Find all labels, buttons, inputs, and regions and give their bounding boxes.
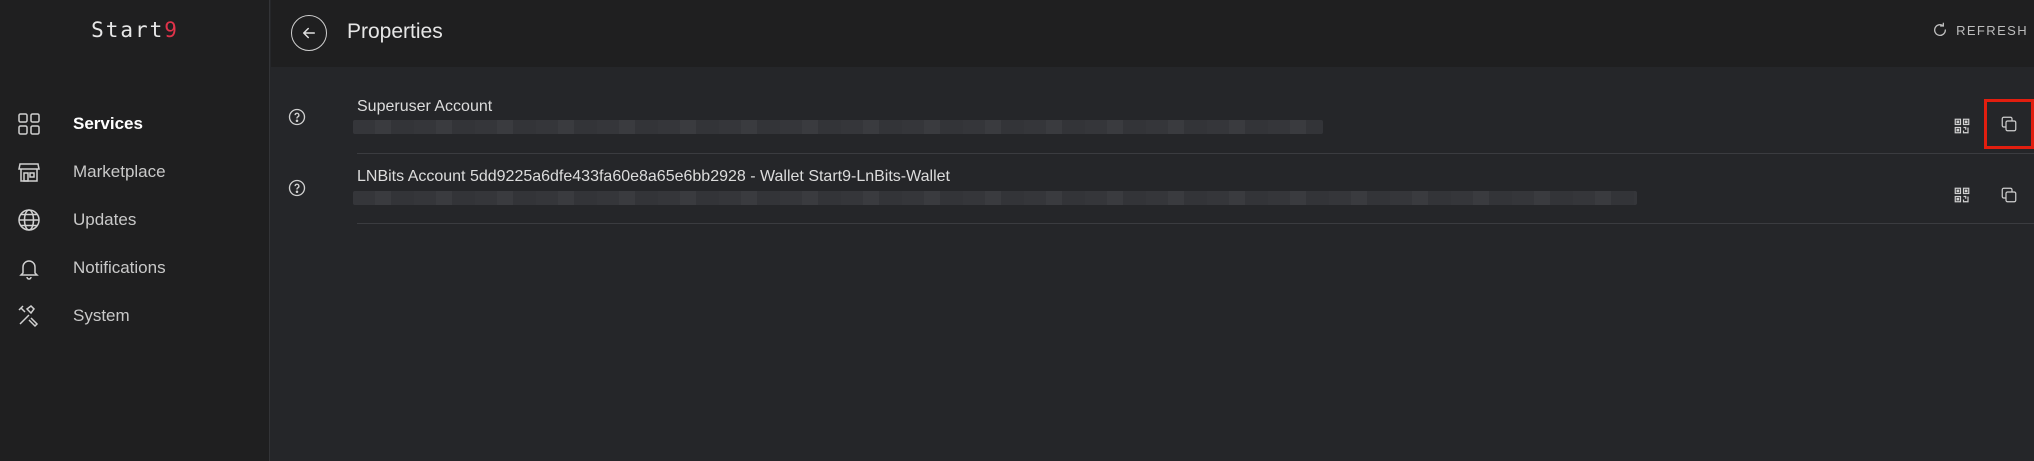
sidebar-nav: Services Marketplace Updates Notificatio… <box>0 100 270 340</box>
sidebar-item-label: Marketplace <box>73 162 166 181</box>
copy-icon <box>2001 116 2017 132</box>
sidebar-item-label: Notifications <box>73 258 166 277</box>
sidebar-item-label: Updates <box>73 210 137 229</box>
page-header: Properties REFRESH <box>271 0 2034 67</box>
help-icon[interactable] <box>288 179 306 197</box>
qr-code-button[interactable] <box>1940 104 1984 148</box>
copy-button[interactable] <box>1984 99 2034 149</box>
redacted-value <box>353 120 1323 134</box>
property-name: LNBits Account 5dd9225a6dfe433fa60e8a65e… <box>357 168 950 185</box>
sidebar-item-marketplace[interactable]: Marketplace <box>0 148 270 196</box>
list-item: LNBits Account 5dd9225a6dfe433fa60e8a65e… <box>288 154 2034 224</box>
redacted-value <box>353 191 1637 205</box>
arrow-left-icon <box>303 27 315 39</box>
globe-icon <box>17 208 41 232</box>
logo-accent: 9 <box>164 18 179 42</box>
qr-code-icon <box>1954 118 1970 133</box>
row-actions <box>1940 99 2034 149</box>
properties-list: Superuser Account LNBits Account 5dd9225… <box>271 90 2034 224</box>
property-name: Superuser Account <box>357 98 493 115</box>
property-value-redacted <box>353 191 1637 205</box>
refresh-icon <box>1934 22 1947 36</box>
row-actions <box>1940 173 2034 217</box>
storefront-icon <box>17 160 41 184</box>
bell-icon <box>17 256 41 280</box>
logo-text: Start <box>91 18 165 42</box>
copy-icon <box>2001 187 2017 203</box>
sidebar-item-updates[interactable]: Updates <box>0 196 270 244</box>
qr-code-icon <box>1954 187 1970 203</box>
refresh-label: REFRESH <box>1956 22 2028 38</box>
copy-button[interactable] <box>1984 173 2034 217</box>
sidebar-item-notifications[interactable]: Notifications <box>0 244 270 292</box>
property-value-redacted <box>353 120 1323 134</box>
sidebar: Start9 Services Marketplace Updates Noti… <box>0 0 270 461</box>
sidebar-item-label: Services <box>73 114 143 133</box>
sidebar-item-label: System <box>73 306 130 325</box>
back-button[interactable] <box>291 15 327 51</box>
logo: Start9 <box>0 18 270 42</box>
sidebar-item-services[interactable]: Services <box>0 100 270 148</box>
grid-icon <box>17 112 41 136</box>
tools-icon <box>17 304 41 328</box>
help-icon[interactable] <box>288 108 306 126</box>
sidebar-item-system[interactable]: System <box>0 292 270 340</box>
list-item: Superuser Account <box>288 90 2034 154</box>
qr-code-button[interactable] <box>1940 173 1984 217</box>
page-title: Properties <box>347 20 443 43</box>
refresh-button[interactable]: REFRESH <box>1932 22 2028 38</box>
